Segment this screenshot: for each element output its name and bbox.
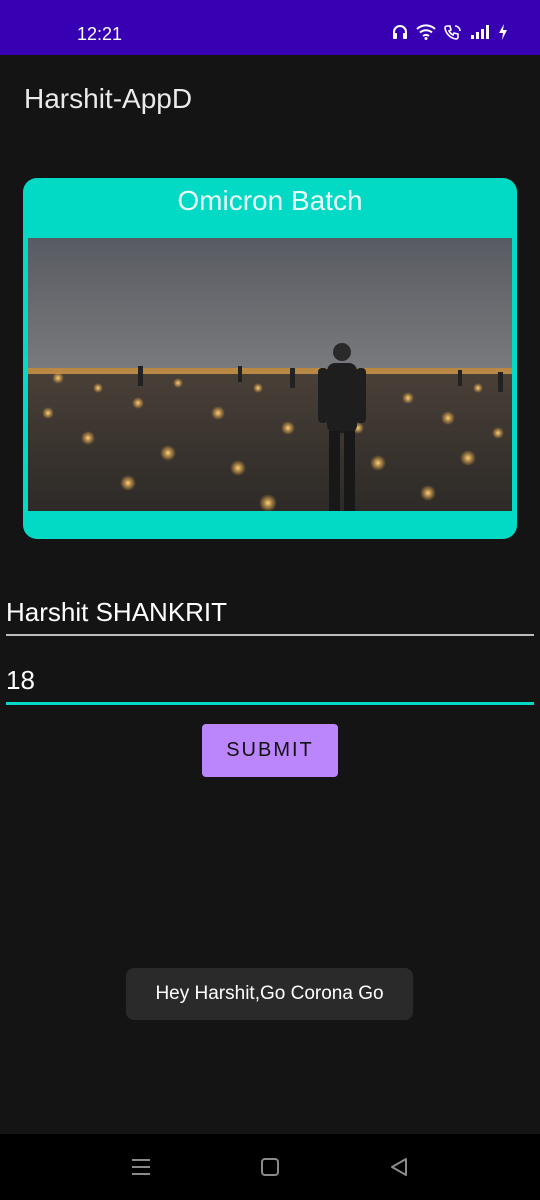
omicron-batch-card: Omicron Batch xyxy=(23,178,517,539)
age-field-underline xyxy=(6,702,534,705)
system-nav-bar xyxy=(0,1134,540,1200)
headset-icon xyxy=(392,24,408,45)
age-field[interactable]: 18 xyxy=(6,665,534,705)
card-title: Omicron Batch xyxy=(177,185,363,216)
recents-icon[interactable] xyxy=(126,1154,156,1180)
status-time: 12:21 xyxy=(77,24,123,44)
wifi-call-icon xyxy=(444,24,462,45)
signal-icon xyxy=(470,24,490,45)
name-input-value[interactable]: Harshit SHANKRIT xyxy=(6,597,534,628)
toast-message: Hey Harshit,Go Corona Go xyxy=(126,968,413,1020)
app-title: Harshit-AppD xyxy=(24,83,193,114)
app-bar: Harshit-AppD xyxy=(0,55,540,145)
home-icon[interactable] xyxy=(255,1154,285,1180)
person-standing-on-beach-with-lamps-photo xyxy=(28,238,512,511)
charging-icon xyxy=(498,24,508,45)
status-icons xyxy=(392,24,508,45)
status-bar: 12:21 xyxy=(0,0,540,55)
name-field[interactable]: Harshit SHANKRIT xyxy=(6,597,534,636)
age-input-value[interactable]: 18 xyxy=(6,665,534,696)
name-field-underline xyxy=(6,634,534,636)
wifi-icon xyxy=(416,24,436,45)
submit-button[interactable]: SUBMIT xyxy=(202,724,338,777)
back-icon[interactable] xyxy=(384,1154,414,1180)
